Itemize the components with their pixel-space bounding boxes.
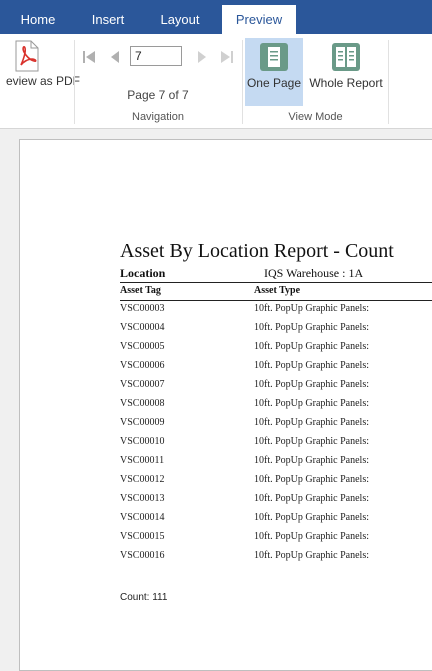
ribbon-separator: [388, 40, 389, 124]
view-as-pdf-button[interactable]: eview as PDF: [0, 34, 80, 106]
asset-type-cell: 10ft. PopUp Graphic Panels:: [254, 360, 369, 371]
whole-report-button[interactable]: Whole Report: [306, 38, 386, 106]
report-viewer[interactable]: Asset By Location Report - Count Locatio…: [0, 129, 432, 671]
tab-layout[interactable]: Layout: [140, 5, 220, 34]
table-row: VSC00008 10ft. PopUp Graphic Panels:: [120, 398, 432, 417]
tab-home[interactable]: Home: [0, 5, 76, 34]
table-row: VSC00011 10ft. PopUp Graphic Panels:: [120, 455, 432, 474]
divider: [120, 300, 432, 301]
table-row: VSC00003 10ft. PopUp Graphic Panels:: [120, 303, 432, 322]
asset-tag-cell: VSC00006: [120, 360, 165, 371]
navigation-group-label: Navigation: [132, 111, 184, 123]
asset-type-cell: 10ft. PopUp Graphic Panels:: [254, 436, 369, 447]
previous-page-icon[interactable]: [108, 50, 122, 64]
asset-tag-cell: VSC00011: [120, 455, 165, 466]
view-as-pdf-label: eview as PDF: [5, 74, 80, 88]
table-row: VSC00004 10ft. PopUp Graphic Panels:: [120, 322, 432, 341]
asset-type-cell: 10ft. PopUp Graphic Panels:: [254, 531, 369, 542]
record-count: Count: 111: [120, 592, 168, 603]
asset-tag-cell: VSC00008: [120, 398, 165, 409]
page-number-input[interactable]: [130, 46, 182, 66]
page-status: Page 7 of 7: [127, 88, 189, 102]
ribbon-separator: [242, 40, 243, 124]
column-header-asset-tag: Asset Tag: [120, 285, 161, 296]
table-row: VSC00006 10ft. PopUp Graphic Panels:: [120, 360, 432, 379]
table-row: VSC00015 10ft. PopUp Graphic Panels:: [120, 531, 432, 550]
asset-type-cell: 10ft. PopUp Graphic Panels:: [254, 493, 369, 504]
tab-insert[interactable]: Insert: [76, 5, 140, 34]
view-mode-group-label: View Mode: [288, 111, 343, 123]
divider: [120, 282, 432, 283]
asset-tag-cell: VSC00003: [120, 303, 165, 314]
table-row: VSC00005 10ft. PopUp Graphic Panels:: [120, 341, 432, 360]
one-page-label: One Page: [246, 76, 302, 90]
asset-tag-cell: VSC00010: [120, 436, 165, 447]
asset-tag-cell: VSC00015: [120, 531, 165, 542]
asset-tag-cell: VSC00013: [120, 493, 165, 504]
next-page-icon[interactable]: [195, 50, 209, 64]
asset-tag-cell: VSC00007: [120, 379, 165, 390]
table-row: VSC00007 10ft. PopUp Graphic Panels:: [120, 379, 432, 398]
asset-type-cell: 10ft. PopUp Graphic Panels:: [254, 398, 369, 409]
table-row: VSC00010 10ft. PopUp Graphic Panels:: [120, 436, 432, 455]
one-page-icon: [259, 42, 289, 77]
asset-tag-cell: VSC00016: [120, 550, 165, 561]
asset-type-cell: 10ft. PopUp Graphic Panels:: [254, 341, 369, 352]
asset-tag-cell: VSC00014: [120, 512, 165, 523]
asset-type-cell: 10ft. PopUp Graphic Panels:: [254, 512, 369, 523]
ribbon: eview as PDF Page 7 of 7 Navigation One …: [0, 34, 432, 129]
asset-tag-cell: VSC00005: [120, 341, 165, 352]
whole-report-label: Whole Report: [309, 76, 383, 90]
asset-tag-cell: VSC00009: [120, 417, 165, 428]
pdf-icon: [14, 40, 40, 77]
asset-type-cell: 10ft. PopUp Graphic Panels:: [254, 379, 369, 390]
table-row: VSC00009 10ft. PopUp Graphic Panels:: [120, 417, 432, 436]
one-page-button[interactable]: One Page: [245, 38, 303, 106]
report-rows: VSC00003 10ft. PopUp Graphic Panels: VSC00…: [120, 303, 432, 569]
asset-type-cell: 10ft. PopUp Graphic Panels:: [254, 550, 369, 561]
asset-type-cell: 10ft. PopUp Graphic Panels:: [254, 303, 369, 314]
location-label: Location: [120, 266, 166, 280]
table-row: VSC00014 10ft. PopUp Graphic Panels:: [120, 512, 432, 531]
whole-report-icon: [331, 42, 361, 77]
table-row: VSC00013 10ft. PopUp Graphic Panels:: [120, 493, 432, 512]
report-title: Asset By Location Report - Count: [120, 240, 394, 262]
table-row: VSC00012 10ft. PopUp Graphic Panels:: [120, 474, 432, 493]
asset-type-cell: 10ft. PopUp Graphic Panels:: [254, 322, 369, 333]
column-header-asset-type: Asset Type: [254, 285, 301, 296]
tab-bar: Home Insert Layout Preview: [0, 0, 432, 34]
last-page-icon[interactable]: [220, 50, 234, 64]
asset-tag-cell: VSC00004: [120, 322, 165, 333]
table-row: VSC00016 10ft. PopUp Graphic Panels:: [120, 550, 432, 569]
report-page: Asset By Location Report - Count Locatio…: [19, 139, 432, 671]
asset-type-cell: 10ft. PopUp Graphic Panels:: [254, 455, 369, 466]
first-page-icon[interactable]: [82, 50, 96, 64]
asset-type-cell: 10ft. PopUp Graphic Panels:: [254, 474, 369, 485]
tab-preview[interactable]: Preview: [222, 5, 296, 34]
ribbon-separator: [74, 40, 75, 124]
asset-type-cell: 10ft. PopUp Graphic Panels:: [254, 417, 369, 428]
asset-tag-cell: VSC00012: [120, 474, 165, 485]
location-value: IQS Warehouse : 1A: [264, 266, 364, 280]
